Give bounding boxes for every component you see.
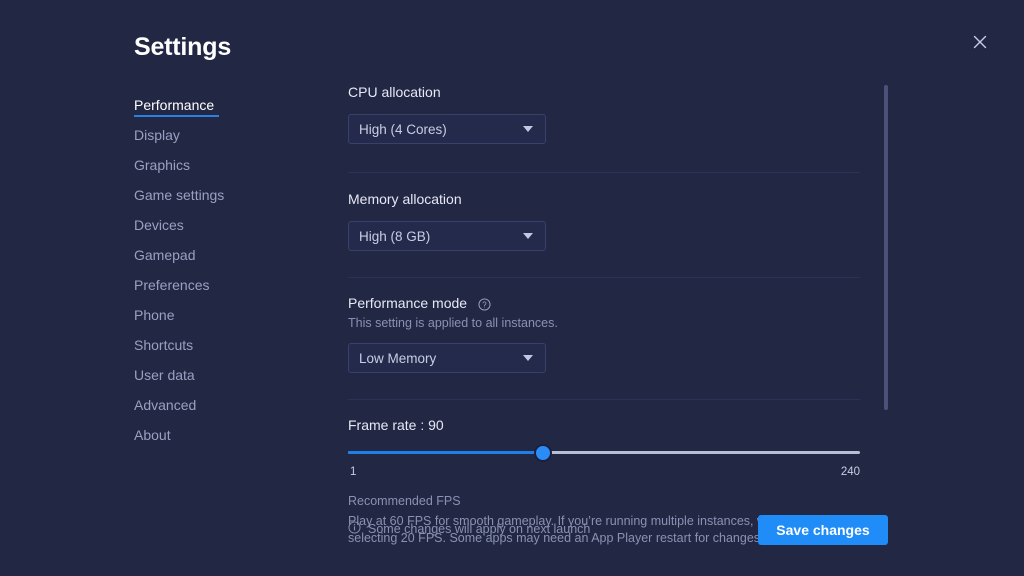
- info-circle-icon: [348, 521, 361, 537]
- sidebar-item-gamepad[interactable]: Gamepad: [134, 240, 309, 270]
- settings-panel: CPU allocation High (4 Cores) Memory all…: [348, 84, 860, 547]
- sidebar-item-devices[interactable]: Devices: [134, 210, 309, 240]
- memory-allocation-section: Memory allocation High (8 GB): [348, 191, 860, 251]
- sidebar-item-label: Display: [134, 127, 180, 143]
- sidebar-item-graphics[interactable]: Graphics: [134, 150, 309, 180]
- frame-rate-label: Frame rate : 90: [348, 417, 444, 433]
- page-title: Settings: [134, 33, 232, 61]
- help-circle-icon[interactable]: ?: [478, 298, 491, 311]
- sidebar-item-label: Game settings: [134, 187, 225, 203]
- chevron-down-icon: [523, 126, 533, 132]
- chevron-down-icon: [523, 233, 533, 239]
- sidebar-item-label: Phone: [134, 307, 175, 323]
- sidebar-item-user-data[interactable]: User data: [134, 360, 309, 390]
- sidebar-item-label: User data: [134, 367, 195, 383]
- close-icon: [972, 34, 988, 50]
- next-launch-note-text: Some changes will apply on next launch: [368, 522, 591, 536]
- sidebar-item-label: Performance: [134, 97, 215, 113]
- cpu-allocation-label: CPU allocation: [348, 84, 441, 100]
- sidebar-item-label: Gamepad: [134, 247, 196, 263]
- sidebar-item-label: Preferences: [134, 277, 210, 293]
- sidebar-item-label: Devices: [134, 217, 184, 233]
- performance-mode-label-text: Performance mode: [348, 295, 468, 311]
- sidebar-item-label: Shortcuts: [134, 337, 194, 353]
- active-indicator: [134, 115, 219, 117]
- frame-rate-slider[interactable]: [348, 444, 860, 462]
- save-changes-button[interactable]: Save changes: [758, 515, 888, 545]
- recommended-fps-title: Recommended FPS: [348, 494, 461, 508]
- next-launch-note: Some changes will apply on next launch: [348, 521, 590, 537]
- sidebar-item-shortcuts[interactable]: Shortcuts: [134, 330, 309, 360]
- sidebar-item-game-settings[interactable]: Game settings: [134, 180, 309, 210]
- sidebar-item-label: Graphics: [134, 157, 191, 173]
- svg-text:?: ?: [482, 300, 487, 309]
- performance-mode-value: Low Memory: [359, 350, 437, 366]
- sidebar-item-performance[interactable]: Performance: [134, 90, 309, 120]
- settings-footer: Some changes will apply on next launch S…: [348, 513, 888, 547]
- memory-allocation-label: Memory allocation: [348, 191, 462, 207]
- sidebar-item-about[interactable]: About: [134, 420, 309, 450]
- performance-mode-sublabel: This setting is applied to all instances…: [348, 316, 558, 330]
- performance-mode-label: Performance mode ?: [348, 295, 860, 311]
- slider-range-labels: 1 240: [348, 466, 860, 482]
- cpu-allocation-section: CPU allocation High (4 Cores): [348, 84, 860, 144]
- memory-allocation-select[interactable]: High (8 GB): [348, 221, 546, 251]
- sidebar-item-preferences[interactable]: Preferences: [134, 270, 309, 300]
- slider-min-label: 1: [350, 466, 357, 478]
- sidebar-item-phone[interactable]: Phone: [134, 300, 309, 330]
- slider-thumb[interactable]: [533, 444, 552, 462]
- cpu-allocation-value: High (4 Cores): [359, 121, 447, 137]
- sidebar-item-display[interactable]: Display: [134, 120, 309, 150]
- slider-max-label: 240: [840, 466, 860, 478]
- sidebar-item-label: About: [134, 427, 171, 443]
- slider-fill: [348, 451, 543, 454]
- sidebar-item-advanced[interactable]: Advanced: [134, 390, 309, 420]
- memory-allocation-value: High (8 GB): [359, 228, 431, 244]
- scrollbar-thumb[interactable]: [884, 85, 888, 410]
- cpu-allocation-select[interactable]: High (4 Cores): [348, 114, 546, 144]
- performance-mode-section: Performance mode ? This setting is appli…: [348, 295, 860, 373]
- performance-mode-select[interactable]: Low Memory: [348, 343, 546, 373]
- sidebar-item-label: Advanced: [134, 397, 197, 413]
- close-button[interactable]: [967, 29, 993, 55]
- settings-sidebar: Performance Display Graphics Game settin…: [134, 90, 309, 450]
- chevron-down-icon: [523, 355, 533, 361]
